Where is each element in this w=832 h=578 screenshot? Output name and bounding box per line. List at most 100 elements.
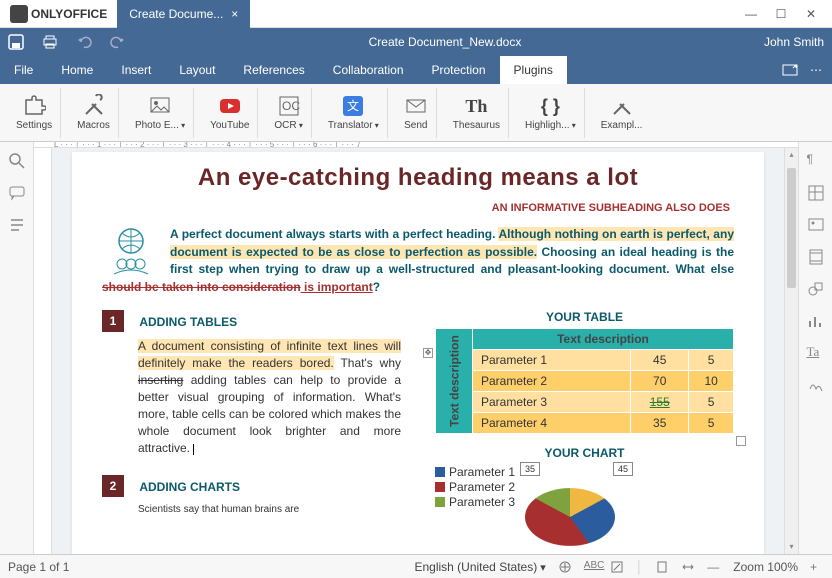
scroll-thumb[interactable] — [787, 168, 796, 288]
table-move-handle[interactable]: ✥ — [423, 348, 433, 358]
ribbon-label: YouTube — [210, 120, 249, 131]
tools-icon — [82, 94, 106, 118]
titlebar: ONLYOFFICE Create Docume... × — ☐ ✕ — [0, 0, 832, 28]
editor-area: L · · · │ · · · 1 · · · │ · · · 2 · · · … — [34, 142, 798, 554]
menu-home[interactable]: Home — [47, 56, 107, 84]
section-2[interactable]: 2 ADDING CHARTS Scientists say that huma… — [102, 475, 401, 517]
ribbon-ocr[interactable]: OCR OCR — [266, 88, 311, 138]
ribbon-label: Macros — [77, 120, 110, 131]
scroll-down-icon[interactable]: ▾ — [785, 540, 798, 554]
shape-settings-icon[interactable] — [807, 280, 825, 298]
zoom-in-icon[interactable]: + — [810, 560, 824, 574]
ribbon-example[interactable]: Exampl... — [593, 88, 651, 138]
fit-width-icon[interactable] — [681, 560, 695, 574]
table-side-header: Text description — [436, 329, 473, 434]
ribbon-label: Highligh... — [525, 120, 576, 131]
menu-file[interactable]: File — [0, 56, 47, 84]
image-icon — [148, 94, 172, 118]
menubar: File Home Insert Layout References Colla… — [0, 56, 832, 84]
spellcheck2-icon[interactable]: ABC — [584, 560, 598, 574]
ribbon-settings[interactable]: Settings — [8, 88, 61, 138]
table-title: YOUR TABLE — [435, 310, 734, 324]
menu-insert[interactable]: Insert — [107, 56, 165, 84]
search-icon[interactable] — [8, 152, 26, 170]
document-tab[interactable]: Create Docume... × — [117, 0, 250, 28]
vertical-scrollbar[interactable]: ▴ ▾ — [784, 148, 798, 554]
ribbon-photo-editor[interactable]: Photo E... — [127, 88, 194, 138]
zoom-out-icon[interactable]: — — [707, 560, 721, 574]
header-footer-icon[interactable] — [807, 248, 825, 266]
menu-plugins[interactable]: Plugins — [500, 56, 567, 84]
ribbon-thesaurus[interactable]: Th Thesaurus — [445, 88, 509, 138]
chart-callout: 35 — [520, 462, 540, 476]
group-icon — [102, 226, 160, 276]
print-icon[interactable] — [42, 34, 58, 50]
ribbon-label: Settings — [16, 120, 52, 131]
ribbon-label: Send — [404, 120, 427, 131]
table[interactable]: ✥ Text description Text description Para… — [435, 328, 734, 434]
table-row: Parameter 31555 — [436, 392, 734, 413]
window-controls: — ☐ ✕ — [744, 7, 832, 21]
ocr-icon: OCR — [277, 94, 301, 118]
table-settings-icon[interactable] — [807, 184, 825, 202]
track-changes-icon[interactable] — [610, 560, 624, 574]
open-location-icon[interactable] — [782, 62, 798, 78]
undo-icon[interactable] — [76, 34, 92, 50]
spellcheck-icon[interactable] — [558, 560, 572, 574]
lead-insert: is important — [301, 280, 373, 294]
table-main-header: Text description — [473, 329, 734, 350]
close-window-button[interactable]: ✕ — [804, 7, 818, 21]
play-icon — [218, 94, 242, 118]
envelope-icon — [404, 94, 428, 118]
chart-settings-icon[interactable] — [807, 312, 825, 330]
vertical-ruler[interactable] — [34, 148, 52, 554]
ribbon-translator[interactable]: 文 Translator — [320, 88, 388, 138]
document-page[interactable]: An eye-catching heading means a lot AN I… — [72, 152, 764, 554]
maximize-button[interactable]: ☐ — [774, 7, 788, 21]
minimize-button[interactable]: — — [744, 7, 758, 21]
section-body[interactable]: Scientists say that human brains are — [138, 503, 401, 517]
paragraph-icon[interactable]: ¶ — [807, 152, 825, 170]
braces-icon: { } — [538, 94, 562, 118]
menu-collaboration[interactable]: Collaboration — [319, 56, 418, 84]
table-resize-handle[interactable] — [736, 436, 746, 446]
section-body[interactable]: A document consisting of infinite text l… — [138, 338, 401, 457]
save-icon[interactable] — [8, 34, 24, 50]
ribbon-highlight[interactable]: { } Highligh... — [517, 88, 585, 138]
language-select[interactable]: English (United States) ▾ — [414, 560, 545, 574]
chart[interactable]: Parameter 1 Parameter 2 Parameter 3 35 4… — [435, 464, 734, 544]
textart-icon[interactable]: Ta — [807, 344, 825, 362]
signature-icon[interactable] — [807, 376, 825, 394]
scroll-up-icon[interactable]: ▴ — [785, 148, 798, 162]
zoom-level[interactable]: Zoom 100% — [733, 560, 798, 574]
ribbon-youtube[interactable]: YouTube — [202, 88, 258, 138]
section-number: 1 — [102, 310, 124, 332]
ribbon-send[interactable]: Send — [396, 88, 437, 138]
section-title: ADDING CHARTS — [139, 480, 240, 494]
user-name[interactable]: John Smith — [764, 35, 824, 49]
image-settings-icon[interactable] — [807, 216, 825, 234]
page-canvas[interactable]: An eye-catching heading means a lot AN I… — [52, 148, 784, 554]
document-subheading[interactable]: AN INFORMATIVE SUBHEADING ALSO DOES — [102, 202, 730, 214]
menu-protection[interactable]: Protection — [418, 56, 500, 84]
menu-layout[interactable]: Layout — [165, 56, 229, 84]
document-heading[interactable]: An eye-catching heading means a lot — [102, 164, 734, 192]
fit-page-icon[interactable] — [655, 560, 669, 574]
ribbon-macros[interactable]: Macros — [69, 88, 119, 138]
lead-paragraph[interactable]: A perfect document always starts with a … — [102, 226, 734, 296]
more-icon[interactable]: ⋯ — [810, 63, 822, 77]
document-tab-title: Create Docume... — [129, 7, 223, 21]
lead-text3: ? — [373, 280, 380, 294]
menu-references[interactable]: References — [229, 56, 318, 84]
close-tab-icon[interactable]: × — [231, 7, 238, 21]
comments-icon[interactable] — [8, 184, 26, 202]
headings-icon[interactable] — [8, 216, 26, 234]
app-name: ONLYOFFICE — [31, 7, 107, 21]
section-1[interactable]: 1 ADDING TABLES A document consisting of… — [102, 310, 401, 457]
ribbon-label: Photo E... — [135, 120, 185, 131]
logo-icon — [10, 5, 28, 23]
right-sidebar: ¶ Ta — [798, 142, 832, 554]
page-indicator[interactable]: Page 1 of 1 — [8, 560, 69, 574]
redo-icon[interactable] — [110, 34, 126, 50]
table-row: Parameter 1455 — [436, 350, 734, 371]
